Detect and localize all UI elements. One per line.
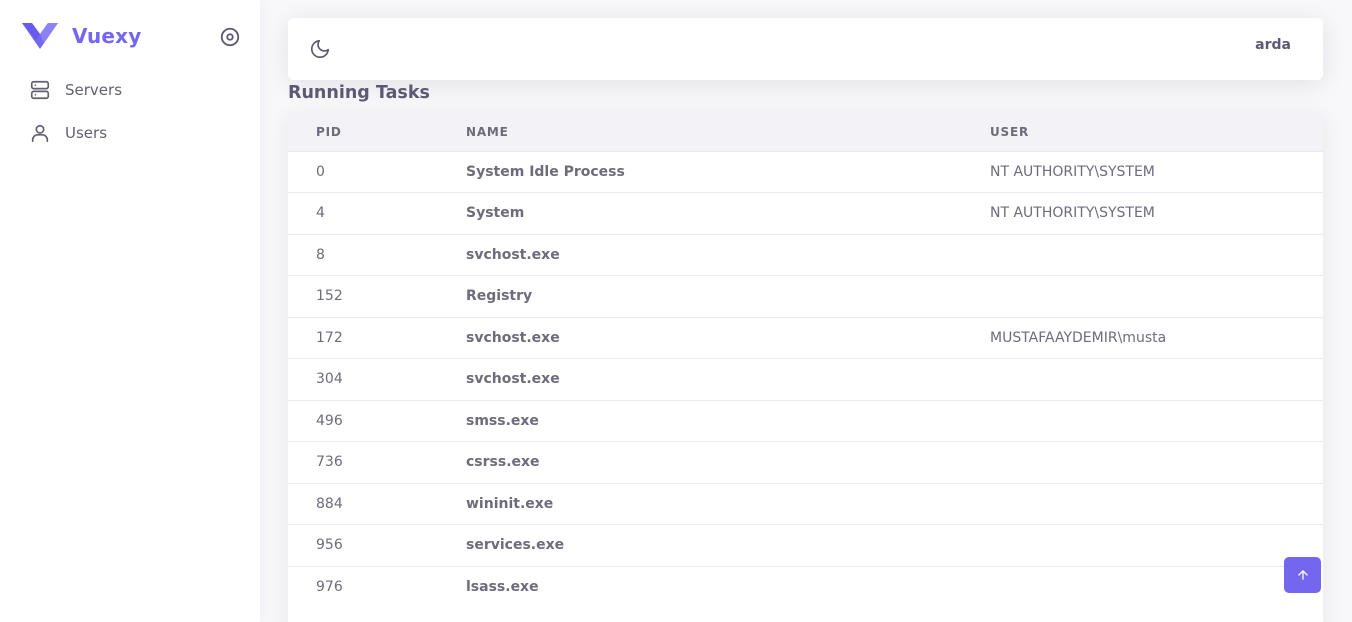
cell-name: svchost.exe [466, 329, 560, 346]
cell-name: lsass.exe [466, 579, 539, 595]
cell-name: System [466, 205, 525, 222]
arrow-up-icon [1297, 570, 1308, 580]
cell-pid: 8 [316, 246, 325, 263]
cell-user: NT AUTHORITY\SYSTEM [990, 205, 1155, 222]
sidebar: Vuexy Servers Users [0, 0, 260, 622]
cell-pid: 152 [316, 288, 343, 305]
collapse-toggle-icon[interactable] [219, 26, 241, 48]
cell-pid: 304 [316, 371, 343, 388]
cell-pid: 172 [316, 329, 343, 346]
cell-pid: 976 [316, 579, 343, 595]
table-row[interactable]: 956 services.exe [288, 524, 1323, 567]
cell-pid: 496 [316, 412, 343, 429]
top-navbar: arda [288, 18, 1323, 80]
tasks-table-card: PID NAME USER 0 System Idle Process NT A… [288, 113, 1323, 622]
cell-user [990, 525, 1323, 567]
table-row[interactable]: 884 wininit.exe [288, 483, 1323, 525]
sidebar-item-label: Users [65, 124, 108, 142]
cell-user [990, 400, 1323, 442]
table-row[interactable]: 4 System NT AUTHORITY\SYSTEM [288, 192, 1323, 235]
cell-name: System Idle Process [466, 163, 625, 180]
table-row[interactable]: 0 System Idle Process NT AUTHORITY\SYSTE… [288, 151, 1323, 193]
user-icon [31, 124, 49, 143]
cell-name: svchost.exe [466, 246, 560, 263]
brand-name: Vuexy [72, 24, 142, 48]
user-menu-name[interactable]: arda [1255, 37, 1291, 53]
vuexy-logo-icon [22, 23, 58, 49]
sidebar-item-label: Servers [65, 81, 123, 99]
sidebar-item-users[interactable]: Users [15, 113, 245, 153]
cell-user [990, 483, 1323, 525]
cell-user [990, 566, 1323, 608]
cell-name: svchost.exe [466, 371, 560, 388]
cell-user: NT AUTHORITY\SYSTEM [990, 163, 1155, 180]
brand-link[interactable]: Vuexy [22, 22, 142, 50]
tasks-table: PID NAME USER 0 System Idle Process NT A… [288, 113, 1323, 608]
table-header-row: PID NAME USER [288, 113, 1323, 151]
cell-pid: 956 [316, 537, 343, 554]
cell-name: csrss.exe [466, 454, 540, 471]
cell-user [990, 276, 1323, 318]
table-row[interactable]: 736 csrss.exe [288, 441, 1323, 484]
server-icon [30, 80, 50, 100]
cell-user [990, 442, 1323, 484]
table-row[interactable]: 8 svchost.exe [288, 234, 1323, 276]
table-row[interactable]: 976 lsass.exe [288, 566, 1323, 608]
column-header-user[interactable]: USER [990, 113, 1323, 151]
table-row[interactable]: 152 Registry [288, 275, 1323, 318]
column-header-name[interactable]: NAME [466, 113, 990, 151]
cell-user [990, 234, 1323, 276]
cell-name: smss.exe [466, 412, 539, 429]
column-header-pid[interactable]: PID [288, 113, 466, 151]
cell-name: services.exe [466, 537, 565, 554]
cell-pid: 4 [316, 205, 325, 222]
table-row[interactable]: 304 svchost.exe [288, 358, 1323, 401]
cell-pid: 884 [316, 495, 343, 512]
cell-user: MUSTAFAAYDEMIR\musta [990, 329, 1167, 346]
cell-user [990, 359, 1323, 401]
sidebar-item-servers[interactable]: Servers [15, 70, 245, 110]
cell-name: Registry [466, 288, 533, 305]
table-row[interactable]: 496 smss.exe [288, 400, 1323, 442]
scroll-to-top-button[interactable] [1284, 557, 1321, 593]
cell-pid: 0 [316, 163, 325, 180]
sidebar-nav: Servers Users [15, 70, 245, 156]
cell-pid: 736 [316, 454, 343, 471]
table-row[interactable]: 172 svchost.exe MUSTAFAAYDEMIR\musta [288, 317, 1323, 359]
cell-name: wininit.exe [466, 495, 554, 512]
moon-icon[interactable] [309, 38, 331, 60]
page-title: Running Tasks [288, 83, 430, 103]
